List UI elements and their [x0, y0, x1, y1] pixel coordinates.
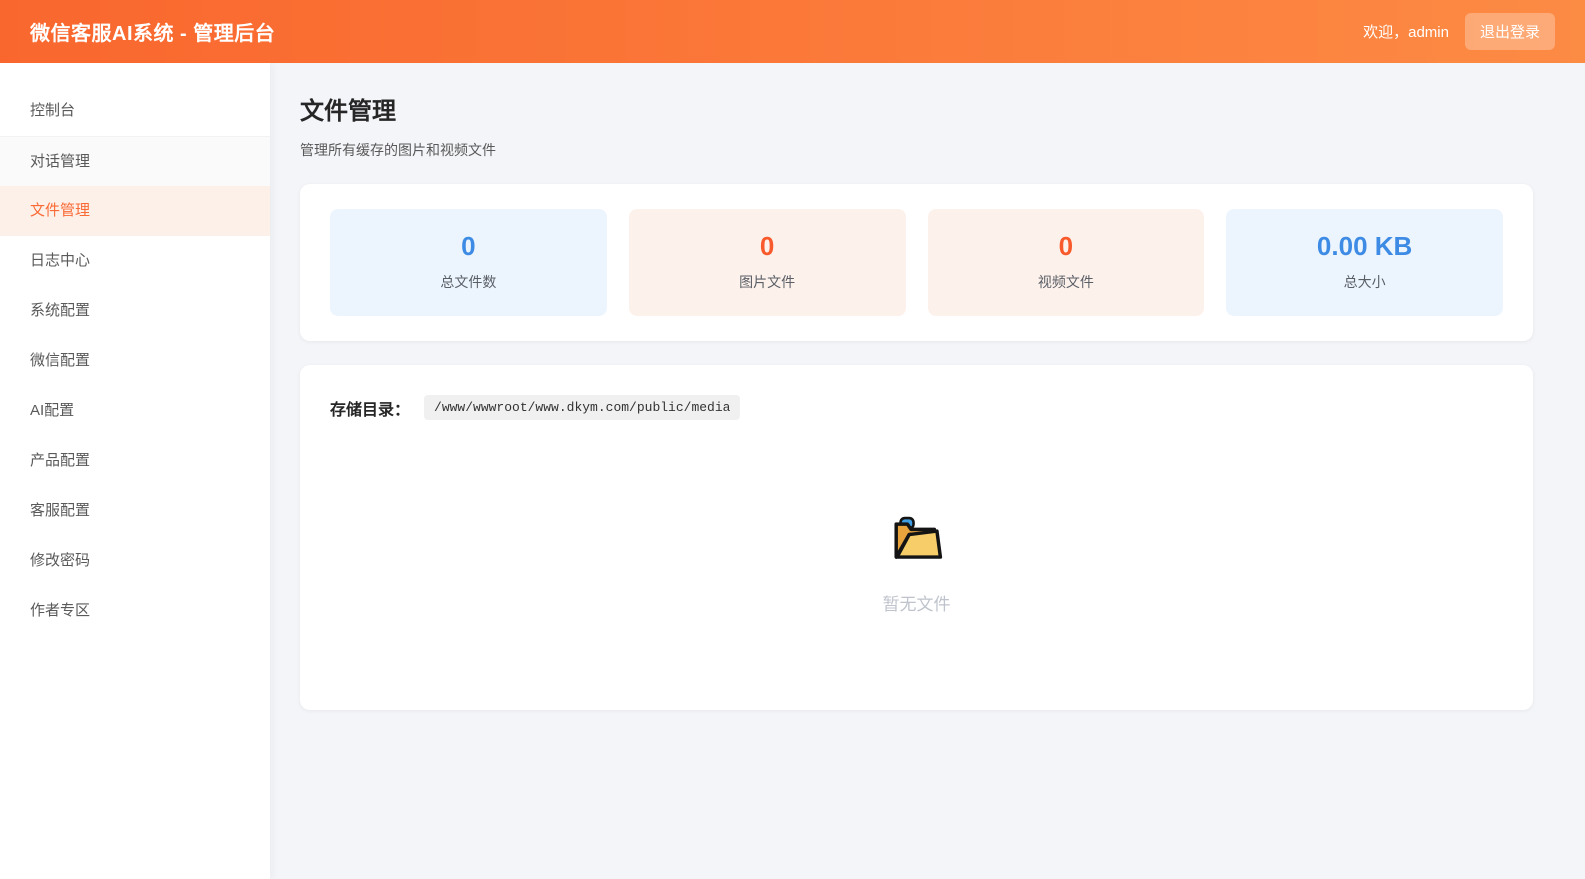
stat-box-2: 0 视频文件 [927, 209, 1205, 316]
stats-grid: 0 总文件数 0 图片文件 0 视频文件 0.00 KB 总大小 [330, 209, 1503, 316]
sidebar-item-4[interactable]: 系统配置 [0, 286, 270, 336]
sidebar-item-10[interactable]: 作者专区 [0, 586, 270, 636]
stat-box-1: 0 图片文件 [628, 209, 906, 316]
empty-text: 暂无文件 [882, 595, 951, 614]
sidebar-item-6[interactable]: AI配置 [0, 386, 270, 436]
storage-path: /www/wwwroot/www.dkym.com/public/media [424, 395, 741, 420]
stat-value: 0 [759, 231, 775, 261]
stat-label: 总文件数 [440, 274, 497, 290]
main-content: 文件管理 管理所有缓存的图片和视频文件 0 总文件数 0 图片文件 0 视频文件 0.00 … [270, 63, 1585, 879]
open-folder-icon [893, 516, 942, 559]
sidebar-item-2[interactable]: 文件管理 [0, 186, 270, 236]
sidebar-item-0[interactable]: 控制台 [0, 86, 270, 136]
sidebar-item-3[interactable]: 日志中心 [0, 236, 270, 286]
app-header: 微信客服AI系统 - 管理后台 欢迎，admin 退出登录 [0, 0, 1585, 63]
page-title: 文件管理 [300, 98, 396, 125]
stat-box-3: 0.00 KB 总大小 [1226, 209, 1503, 316]
header-right: 欢迎，admin 退出登录 [1363, 13, 1555, 50]
layout: 控制台 对话管理 文件管理 日志中心 系统配置 微信配置 AI配置 产品配置 客服配置 修改密码作… [0, 63, 1585, 879]
stat-label: 图片文件 [739, 274, 796, 290]
empty-state: 暂无文件 [330, 512, 1503, 615]
app-title: 微信客服AI系统 - 管理后台 [30, 23, 276, 45]
sidebar-item-9[interactable]: 修改密码 [0, 536, 270, 586]
sidebar: 控制台 对话管理 文件管理 日志中心 系统配置 微信配置 AI配置 产品配置 客服配置 修改密码作… [0, 63, 270, 879]
files-card: 存储目录： /www/wwwroot/www.dkym.com/public/m… [300, 365, 1533, 710]
logout-button[interactable]: 退出登录 [1464, 13, 1555, 50]
stat-value: 0 [461, 231, 476, 261]
stats-card: 0 总文件数 0 图片文件 0 视频文件 0.00 KB 总大小 [300, 184, 1533, 341]
sidebar-item-1[interactable]: 对话管理 [0, 136, 270, 186]
stat-label: 总大小 [1343, 274, 1386, 290]
sidebar-item-8[interactable]: 客服配置 [0, 486, 270, 536]
sidebar-item-7[interactable]: 产品配置 [0, 436, 270, 486]
stat-value: 0 [1058, 231, 1074, 261]
storage-label: 存储目录： [330, 401, 411, 419]
stat-value: 0.00 KB [1316, 231, 1413, 261]
stat-box-0: 0 总文件数 [330, 209, 607, 316]
page-subtitle: 管理所有缓存的图片和视频文件 [300, 142, 496, 158]
stat-label: 视频文件 [1037, 274, 1094, 290]
welcome-text: 欢迎，admin [1363, 24, 1449, 41]
sidebar-item-5[interactable]: 微信配置 [0, 336, 270, 386]
storage-row: 存储目录： /www/wwwroot/www.dkym.com/public/m… [330, 395, 1503, 420]
